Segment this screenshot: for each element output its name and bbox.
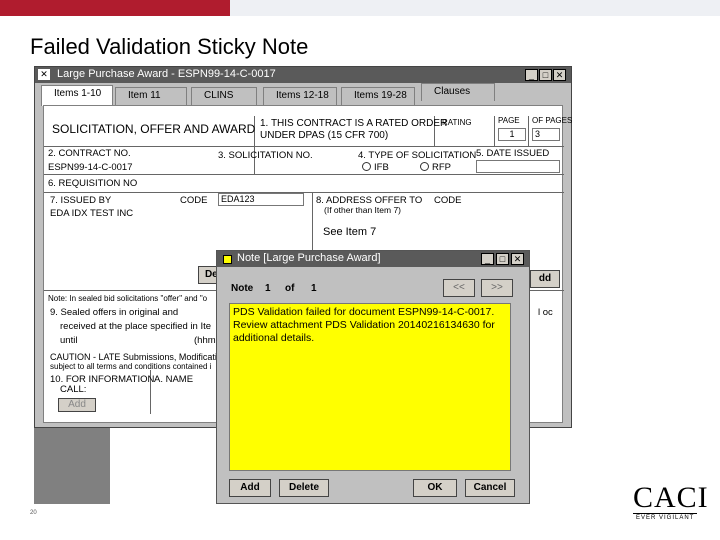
call-label: CALL: [60, 384, 87, 395]
window-app-icon: ✕ [38, 69, 50, 80]
code-label: CODE [180, 195, 208, 206]
code-label-2: CODE [434, 195, 462, 206]
issued-by-value: EDA IDX TEST INC [50, 208, 134, 219]
solicitation-no-label: 3. SOLICITATION NO. [218, 150, 313, 161]
note-add-button[interactable]: Add [229, 479, 271, 497]
slide-footer-page: 20 [30, 510, 37, 516]
tab-item-11[interactable]: Item 11 [115, 87, 187, 105]
tab-items-19-28[interactable]: Items 19-28 [341, 87, 415, 105]
next-note-button[interactable]: >> [481, 279, 513, 297]
window-title: Large Purchase Award - ESPN99-14-C-0017 [57, 68, 276, 80]
header-accent-bar [0, 0, 720, 16]
address-offer-sub: (If other than Item 7) [324, 205, 402, 215]
subject-label: subject to all terms and conditions cont… [50, 362, 212, 371]
loc-label: l oc [538, 307, 553, 318]
issued-by-label: 7. ISSUED BY [50, 195, 112, 206]
add-bottom-button[interactable]: Add [58, 398, 96, 412]
until-label: until [60, 335, 78, 346]
date-issued-label: 5. DATE ISSUED [476, 148, 550, 159]
contract-no-value: ESPN99-14-C-0017 [48, 162, 133, 173]
caci-logo: CACI [633, 481, 709, 514]
window-titlebar: ✕ Large Purchase Award - ESPN99-14-C-001… [35, 67, 571, 83]
note-text: PDS Validation failed for document ESPN9… [233, 306, 495, 344]
contract-no-label: 2. CONTRACT NO. [48, 148, 131, 159]
note-titlebar: Note [Large Purchase Award] _ □ ✕ [217, 251, 529, 267]
note-label: Note [231, 283, 254, 294]
note-close-icon[interactable]: ✕ [511, 253, 524, 265]
minimize-icon[interactable]: _ [525, 69, 538, 81]
page-label: PAGE [498, 116, 520, 125]
window-background-area [34, 428, 110, 504]
rating-label: RATING [442, 118, 472, 127]
received-at-label: received at the place specified in Ite [60, 321, 212, 332]
sealed-bid-note: Note: In sealed bid solicitations "offer… [48, 294, 208, 303]
note-maximize-icon[interactable]: □ [496, 253, 509, 265]
maximize-icon[interactable]: □ [539, 69, 552, 81]
a-name-label: A. NAME [154, 374, 194, 385]
tab-clins[interactable]: CLINS [191, 87, 257, 105]
note-current: 1 [265, 283, 271, 294]
tab-clauses[interactable]: Clauses [421, 83, 495, 101]
close-icon[interactable]: ✕ [553, 69, 566, 81]
ifb-label: IFB [374, 162, 389, 173]
caution-label: CAUTION - LATE Submissions, Modification… [50, 352, 232, 362]
caci-tagline: EVER VIGILANT [636, 515, 695, 521]
note-minimize-icon[interactable]: _ [481, 253, 494, 265]
of-pages-field[interactable]: 3 [532, 128, 560, 141]
ifb-radio[interactable] [362, 162, 371, 171]
requisition-label: 6. REQUISITION NO [48, 178, 138, 189]
slide-title: Failed Validation Sticky Note [30, 34, 309, 59]
prev-note-button[interactable]: << [443, 279, 475, 297]
of-pages-label: OF PAGES [532, 116, 573, 125]
see-item-7: See Item 7 [323, 226, 377, 238]
tab-items-12-18[interactable]: Items 12-18 [263, 87, 337, 105]
note-icon [223, 255, 232, 264]
tab-items-1-10[interactable]: Items 1-10 [41, 85, 113, 106]
add-right-button[interactable]: dd [530, 270, 560, 288]
note-ok-button[interactable]: OK [413, 479, 457, 497]
type-of-solicitation-label: 4. TYPE OF SOLICITATION [358, 150, 477, 161]
rated-order-label: 1. THIS CONTRACT IS A RATED ORDER [260, 118, 448, 129]
note-delete-button[interactable]: Delete [279, 479, 329, 497]
rfp-label: RFP [432, 162, 451, 173]
note-of: of [285, 283, 295, 294]
note-title: Note [Large Purchase Award] [237, 252, 381, 264]
sealed-offers-label: 9. Sealed offers in original and [50, 307, 179, 318]
page-field[interactable]: 1 [498, 128, 526, 141]
note-cancel-button[interactable]: Cancel [465, 479, 515, 497]
date-issued-field[interactable] [476, 160, 560, 173]
sticky-note-dialog: Note [Large Purchase Award] _ □ ✕ Note 1… [216, 250, 530, 504]
note-text-area[interactable]: PDS Validation failed for document ESPN9… [229, 303, 511, 471]
form-header: SOLICITATION, OFFER AND AWARD [52, 122, 256, 136]
logo-divider [633, 513, 697, 514]
dpas-label: UNDER DPAS (15 CFR 700) [260, 130, 389, 141]
note-total: 1 [311, 283, 317, 294]
rfp-radio[interactable] [420, 162, 429, 171]
issued-by-code-field[interactable]: EDA123 [218, 193, 304, 206]
